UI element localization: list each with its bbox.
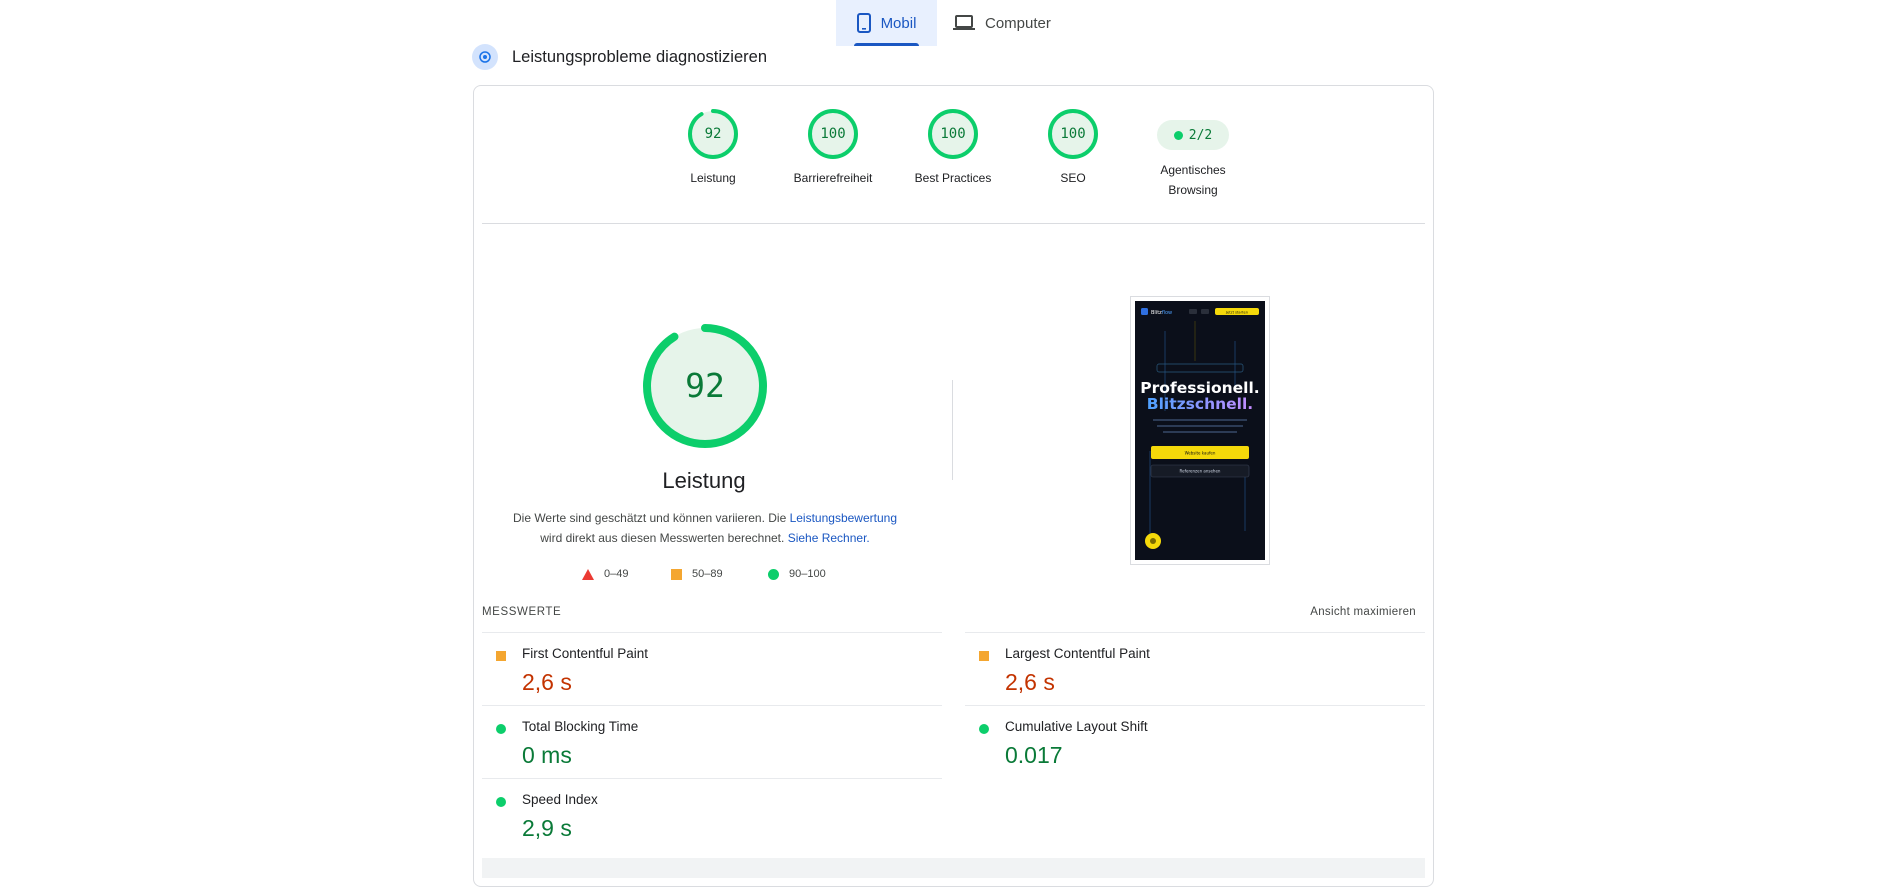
performance-gauge: 92	[643, 324, 767, 448]
category-gauge-seo[interactable]: 100 SEO	[1018, 109, 1128, 188]
category-label: Barrierefreiheit	[793, 171, 873, 185]
calculator-link[interactable]: Siehe Rechner.	[788, 531, 870, 545]
performance-note: Die Werte sind geschätzt und können vari…	[512, 511, 897, 545]
score-ring: 100	[808, 109, 858, 159]
thumb-brand: Blitzflow	[1151, 310, 1172, 316]
metric-speed-index: Speed Index 2,9 s	[482, 778, 942, 851]
performance-score: 92	[685, 366, 725, 405]
thumb-headline-2: Blitzschnell.	[1147, 395, 1253, 413]
metric-name: Largest Contentful Paint	[1005, 646, 1150, 661]
expand-view-toggle[interactable]: Ansicht maximieren	[1310, 606, 1416, 618]
performance-title: Leistung	[662, 468, 746, 493]
active-tab-indicator	[854, 43, 919, 46]
tab-mobile[interactable]: Mobil	[836, 0, 937, 46]
metric-rating-icon	[496, 724, 506, 734]
metric-fcp: First Contentful Paint 2,6 s	[482, 632, 942, 705]
category-gauge-performance[interactable]: 92 Leistung	[658, 109, 768, 188]
metric-name: Speed Index	[522, 792, 598, 807]
divider	[482, 223, 1425, 224]
thumb-button-secondary: Referenzen ansehen	[1180, 469, 1221, 474]
score-ring: 100	[1048, 109, 1098, 159]
metric-rating-icon	[979, 651, 989, 661]
metric-value: 2,9 s	[522, 815, 572, 841]
category-label: Agentisches Browsing	[1160, 163, 1226, 197]
diagnose-icon	[472, 44, 498, 70]
category-gauge-accessibility[interactable]: 100 Barrierefreiheit	[778, 109, 888, 188]
score-ring: 100	[928, 109, 978, 159]
category-label: Leistung	[690, 171, 736, 185]
metric-name: Cumulative Layout Shift	[1005, 719, 1148, 734]
category-agentic-browsing[interactable]: 2/2 Agentisches Browsing	[1138, 109, 1248, 200]
metric-value: 0 ms	[522, 742, 572, 768]
smartphone-icon	[856, 13, 871, 33]
category-gauge-best-practices[interactable]: 100 Best Practices	[898, 109, 1008, 188]
agentic-badge: 2/2	[1157, 120, 1229, 150]
metric-name: Total Blocking Time	[522, 719, 639, 734]
metric-value: 2,6 s	[1005, 669, 1055, 695]
pass-dot-icon	[1173, 130, 1183, 140]
laptop-icon	[953, 15, 975, 30]
metric-rating-icon	[496, 651, 506, 661]
metric-name: First Contentful Paint	[522, 646, 649, 661]
metric-rating-icon	[979, 724, 989, 734]
metric-cls: Cumulative Layout Shift 0.017	[965, 705, 1425, 778]
page-screenshot[interactable]: Blitzflow Jetzt starten Professionell. B…	[1130, 296, 1270, 565]
metric-lcp: Largest Contentful Paint 2,6 s	[965, 632, 1425, 705]
metric-value: 2,6 s	[522, 669, 572, 695]
legend-bad: 0–49	[582, 568, 628, 580]
square-icon	[671, 568, 682, 580]
scoring-link[interactable]: Leistungsbewertung	[790, 511, 897, 525]
next-section-bar	[482, 858, 1425, 878]
metric-tbt: Total Blocking Time 0 ms	[482, 705, 942, 778]
vertical-divider	[952, 380, 953, 480]
tab-mobile-label: Mobil	[880, 14, 917, 32]
tab-desktop[interactable]: Computer	[953, 0, 1051, 46]
category-label: Best Practices	[914, 171, 992, 185]
metric-value: 0.017	[1005, 742, 1063, 768]
legend-good: 90–100	[768, 568, 826, 580]
screenshot-screen: Blitzflow Jetzt starten Professionell. B…	[1135, 301, 1265, 560]
thumb-button-primary: Website kaufen	[1185, 451, 1216, 456]
tab-desktop-label: Computer	[985, 14, 1051, 32]
section-heading: Leistungsprobleme diagnostizieren	[472, 44, 767, 70]
metric-rating-icon	[496, 797, 506, 807]
score-ring: 92	[688, 109, 738, 159]
triangle-icon	[582, 568, 594, 580]
agentic-value: 2/2	[1188, 127, 1213, 143]
circle-icon	[768, 568, 779, 580]
category-label: SEO	[1060, 171, 1086, 185]
metrics-heading: MESSWERTE	[482, 606, 562, 618]
legend-average: 50–89	[671, 568, 723, 580]
thumb-cta: Jetzt starten	[1225, 310, 1248, 314]
section-title: Leistungsprobleme diagnostizieren	[512, 47, 767, 66]
